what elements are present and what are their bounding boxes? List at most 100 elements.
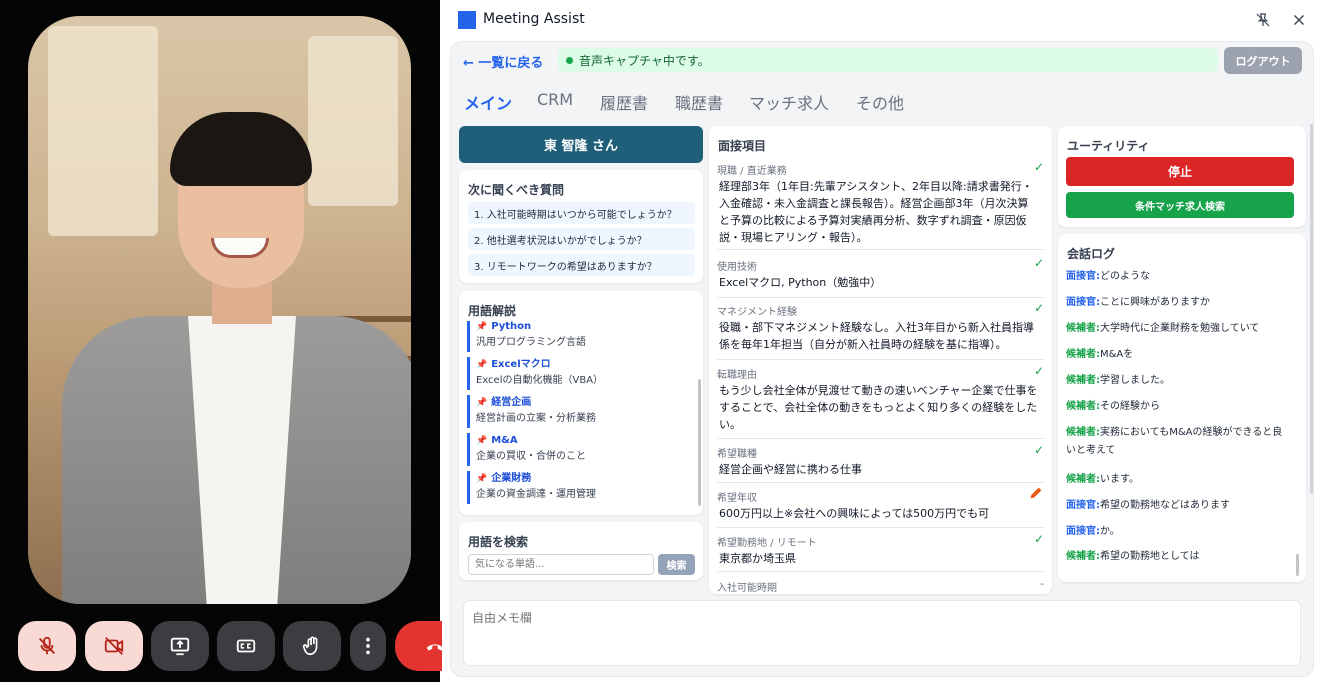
pin-icon: 📌	[476, 360, 488, 370]
glossary-term-desc: Excelの自動化機能（VBA）	[476, 375, 604, 386]
match-job-search-button[interactable]: 条件マッチ求人検索	[1066, 192, 1294, 218]
conversation-log-card: 会話ログ 面接官:どのような 面接官:ことに興味がありますか 候補者:大学時代に…	[1058, 234, 1306, 582]
app-logo-icon	[458, 11, 476, 29]
glossary-scrollbar[interactable]	[698, 379, 701, 506]
stop-capture-button[interactable]: 停止	[1066, 157, 1294, 186]
speaker-label: 面接官:	[1066, 297, 1100, 308]
mic-off-icon	[39, 636, 55, 655]
present-screen-button[interactable]	[151, 621, 209, 671]
panel-scrollbar[interactable]	[1310, 124, 1313, 494]
log-entry: 面接官:ことに興味がありますか	[1066, 294, 1291, 312]
tab-other[interactable]: その他	[856, 90, 904, 114]
interview-item-value: もう少し会社全体が見渡せて動きの速いベンチャー企業で仕事をすることで、会社全体の…	[719, 384, 1038, 431]
interview-item-value: 東京都か埼玉県	[719, 552, 796, 565]
next-questions-title: 次に聞くべき質問	[468, 183, 565, 197]
glossary-term: 📌 M&A 企業の買収・合併のこと	[467, 433, 685, 466]
interview-item[interactable]: 希望年収 600万円以上※会社への興味によっては500万円でも可	[717, 487, 1044, 528]
speaker-label: 候補者:	[1066, 551, 1100, 562]
log-entry: 候補者:M&Aを	[1066, 346, 1291, 364]
speaker-label: 面接官:	[1066, 271, 1100, 282]
speaker-label: 候補者:	[1066, 375, 1100, 386]
suggested-question[interactable]: 2. 他社選考状況はいかがでしょうか？	[468, 228, 695, 250]
suggested-question[interactable]: 3. リモートワークの希望はありますか？	[468, 254, 695, 276]
glossary-title: 用語解説	[468, 304, 517, 318]
interview-item-label: 使用技術	[717, 262, 757, 273]
more-options-button[interactable]	[350, 621, 386, 671]
interview-item-value: 600万円以上※会社への興味によっては500万円でも可	[719, 507, 990, 520]
assist-panel: ← 一覧に戻る 音声キャプチャ中です。 ログアウト メイン CRM 履歴書 職歴…	[450, 41, 1314, 677]
speaker-label: 候補者:	[1066, 401, 1100, 412]
interview-item-label: 入社可能時期	[717, 583, 777, 594]
tab-crm[interactable]: CRM	[537, 90, 573, 109]
participant-hair	[170, 112, 312, 186]
log-text: か。	[1100, 526, 1120, 537]
term-search-button[interactable]: 検索	[658, 554, 695, 575]
tab-matched-jobs[interactable]: マッチ求人	[749, 90, 829, 114]
interview-item[interactable]: 入社可能時期 -	[717, 577, 1044, 594]
interview-item[interactable]: 希望勤務地 / リモート ✓ 東京都か埼玉県	[717, 532, 1044, 572]
suggested-question[interactable]: 1. 入社可能時期はいつから可能でしょうか？	[468, 202, 695, 224]
speaker-label: 候補者:	[1066, 323, 1100, 334]
call-controls	[0, 612, 475, 682]
glossary-term: 📌 企業財務 企業の資金調達・運用管理	[467, 471, 685, 504]
interview-item[interactable]: 現職 / 直近業務 ✓ 経理部3年（1年目:先輩アシスタント、2年目以降:請求書…	[717, 160, 1044, 250]
captions-button[interactable]	[217, 621, 275, 671]
app-title: Meeting Assist	[483, 11, 585, 27]
recording-status-dot	[566, 56, 573, 64]
conversation-log-title: 会話ログ	[1067, 247, 1116, 261]
glossary-list[interactable]: 📌 Python 汎用プログラミング言語 📌 Excelマクロ Excelの自動化機…	[467, 321, 693, 511]
log-text: います。	[1100, 474, 1139, 485]
pin-icon: 📌	[476, 322, 488, 332]
term-search-input[interactable]	[468, 554, 654, 575]
interview-item-label: 希望勤務地 / リモート	[717, 538, 817, 549]
log-text: どのような	[1100, 271, 1150, 282]
log-text: ことに興味がありますか	[1100, 297, 1210, 308]
free-memo-field[interactable]	[463, 600, 1301, 666]
back-to-list-link[interactable]: ← 一覧に戻る	[463, 52, 543, 71]
close-icon[interactable]	[1290, 11, 1308, 29]
log-entry: 候補者:その経験から	[1066, 398, 1291, 416]
participant-shirt	[188, 316, 296, 604]
conversation-log-scrollbar[interactable]	[1296, 554, 1299, 576]
logout-button[interactable]: ログアウト	[1224, 47, 1302, 74]
interview-items-card: 面接項目 現職 / 直近業務 ✓ 経理部3年（1年目:先輩アシスタント、2年目以…	[709, 126, 1052, 594]
speaker-label: 面接官:	[1066, 500, 1100, 511]
interview-item[interactable]: 使用技術 ✓ Excelマクロ, Python（勉強中）	[717, 256, 1044, 298]
raise-hand-icon	[302, 636, 318, 656]
tab-main[interactable]: メイン	[464, 90, 512, 114]
edit-pencil-icon[interactable]	[1028, 485, 1044, 501]
next-questions-card: 次に聞くべき質問 1. 入社可能時期はいつから可能でしょうか？ 2. 他社選考状…	[459, 170, 703, 283]
log-entry: 候補者:います。	[1066, 471, 1291, 489]
unpin-icon[interactable]	[1254, 11, 1272, 29]
glossary-term-desc: 汎用プログラミング言語	[476, 337, 586, 348]
tab-resume[interactable]: 履歴書	[600, 90, 648, 114]
glossary-term-desc: 企業の買収・合併のこと	[476, 451, 586, 462]
log-text: M&Aを	[1100, 349, 1134, 360]
interview-item[interactable]: 転職理由 ✓ もう少し会社全体が見渡せて動きの速いベンチャー企業で仕事をすること…	[717, 364, 1044, 439]
interview-item-label: マネジメント経験	[717, 307, 797, 318]
glossary-term-desc: 経営計画の立案・分析業務	[476, 413, 596, 424]
log-entry: 候補者:学習しました。	[1066, 372, 1291, 390]
meeting-assist-window: Meeting Assist ← 一覧に戻る 音声キャプチャ中です。 ログアウト…	[442, 0, 1317, 682]
log-text: 大学時代に企業財務を勉強していて	[1100, 323, 1260, 334]
check-icon: ✓	[1033, 256, 1044, 270]
term-search-card: 用語を検索 検索	[459, 522, 703, 580]
interview-item-value: 経営企画や経営に携わる仕事	[719, 463, 862, 476]
check-icon: ✓	[1033, 160, 1044, 174]
log-entry: 面接官:希望の勤務地などはあります	[1066, 497, 1291, 515]
log-entry: 面接官:か。	[1066, 523, 1291, 541]
raise-hand-button[interactable]	[283, 621, 341, 671]
glossary-term-name: 企業財務	[491, 473, 532, 484]
interview-item[interactable]: 希望職種 ✓ 経営企画や経営に携わる仕事	[717, 443, 1044, 483]
log-text: 希望の勤務地としては	[1100, 551, 1200, 562]
tab-bar: メイン CRM 履歴書 職歴書 マッチ求人 その他	[451, 80, 1313, 122]
mic-toggle-button[interactable]	[18, 621, 76, 671]
tab-work-history[interactable]: 職歴書	[675, 90, 723, 114]
utility-card: ユーティリティ 停止 条件マッチ求人検索	[1058, 126, 1306, 227]
camera-toggle-button[interactable]	[85, 621, 143, 671]
interview-item[interactable]: マネジメント経験 ✓ 役職・部下マネジメント経験なし。入社3年目から新入社員指導…	[717, 301, 1044, 360]
glossary-card: 用語解説 📌 Python 汎用プログラミング言語 📌 Excelマクロ Excel…	[459, 291, 703, 515]
speaker-label: 候補者:	[1066, 427, 1100, 438]
interview-item-value: 役職・部下マネジメント経験なし。入社3年目から新入社員指導係を毎年1年担当（自分…	[719, 321, 1034, 351]
utility-title: ユーティリティ	[1067, 139, 1150, 153]
